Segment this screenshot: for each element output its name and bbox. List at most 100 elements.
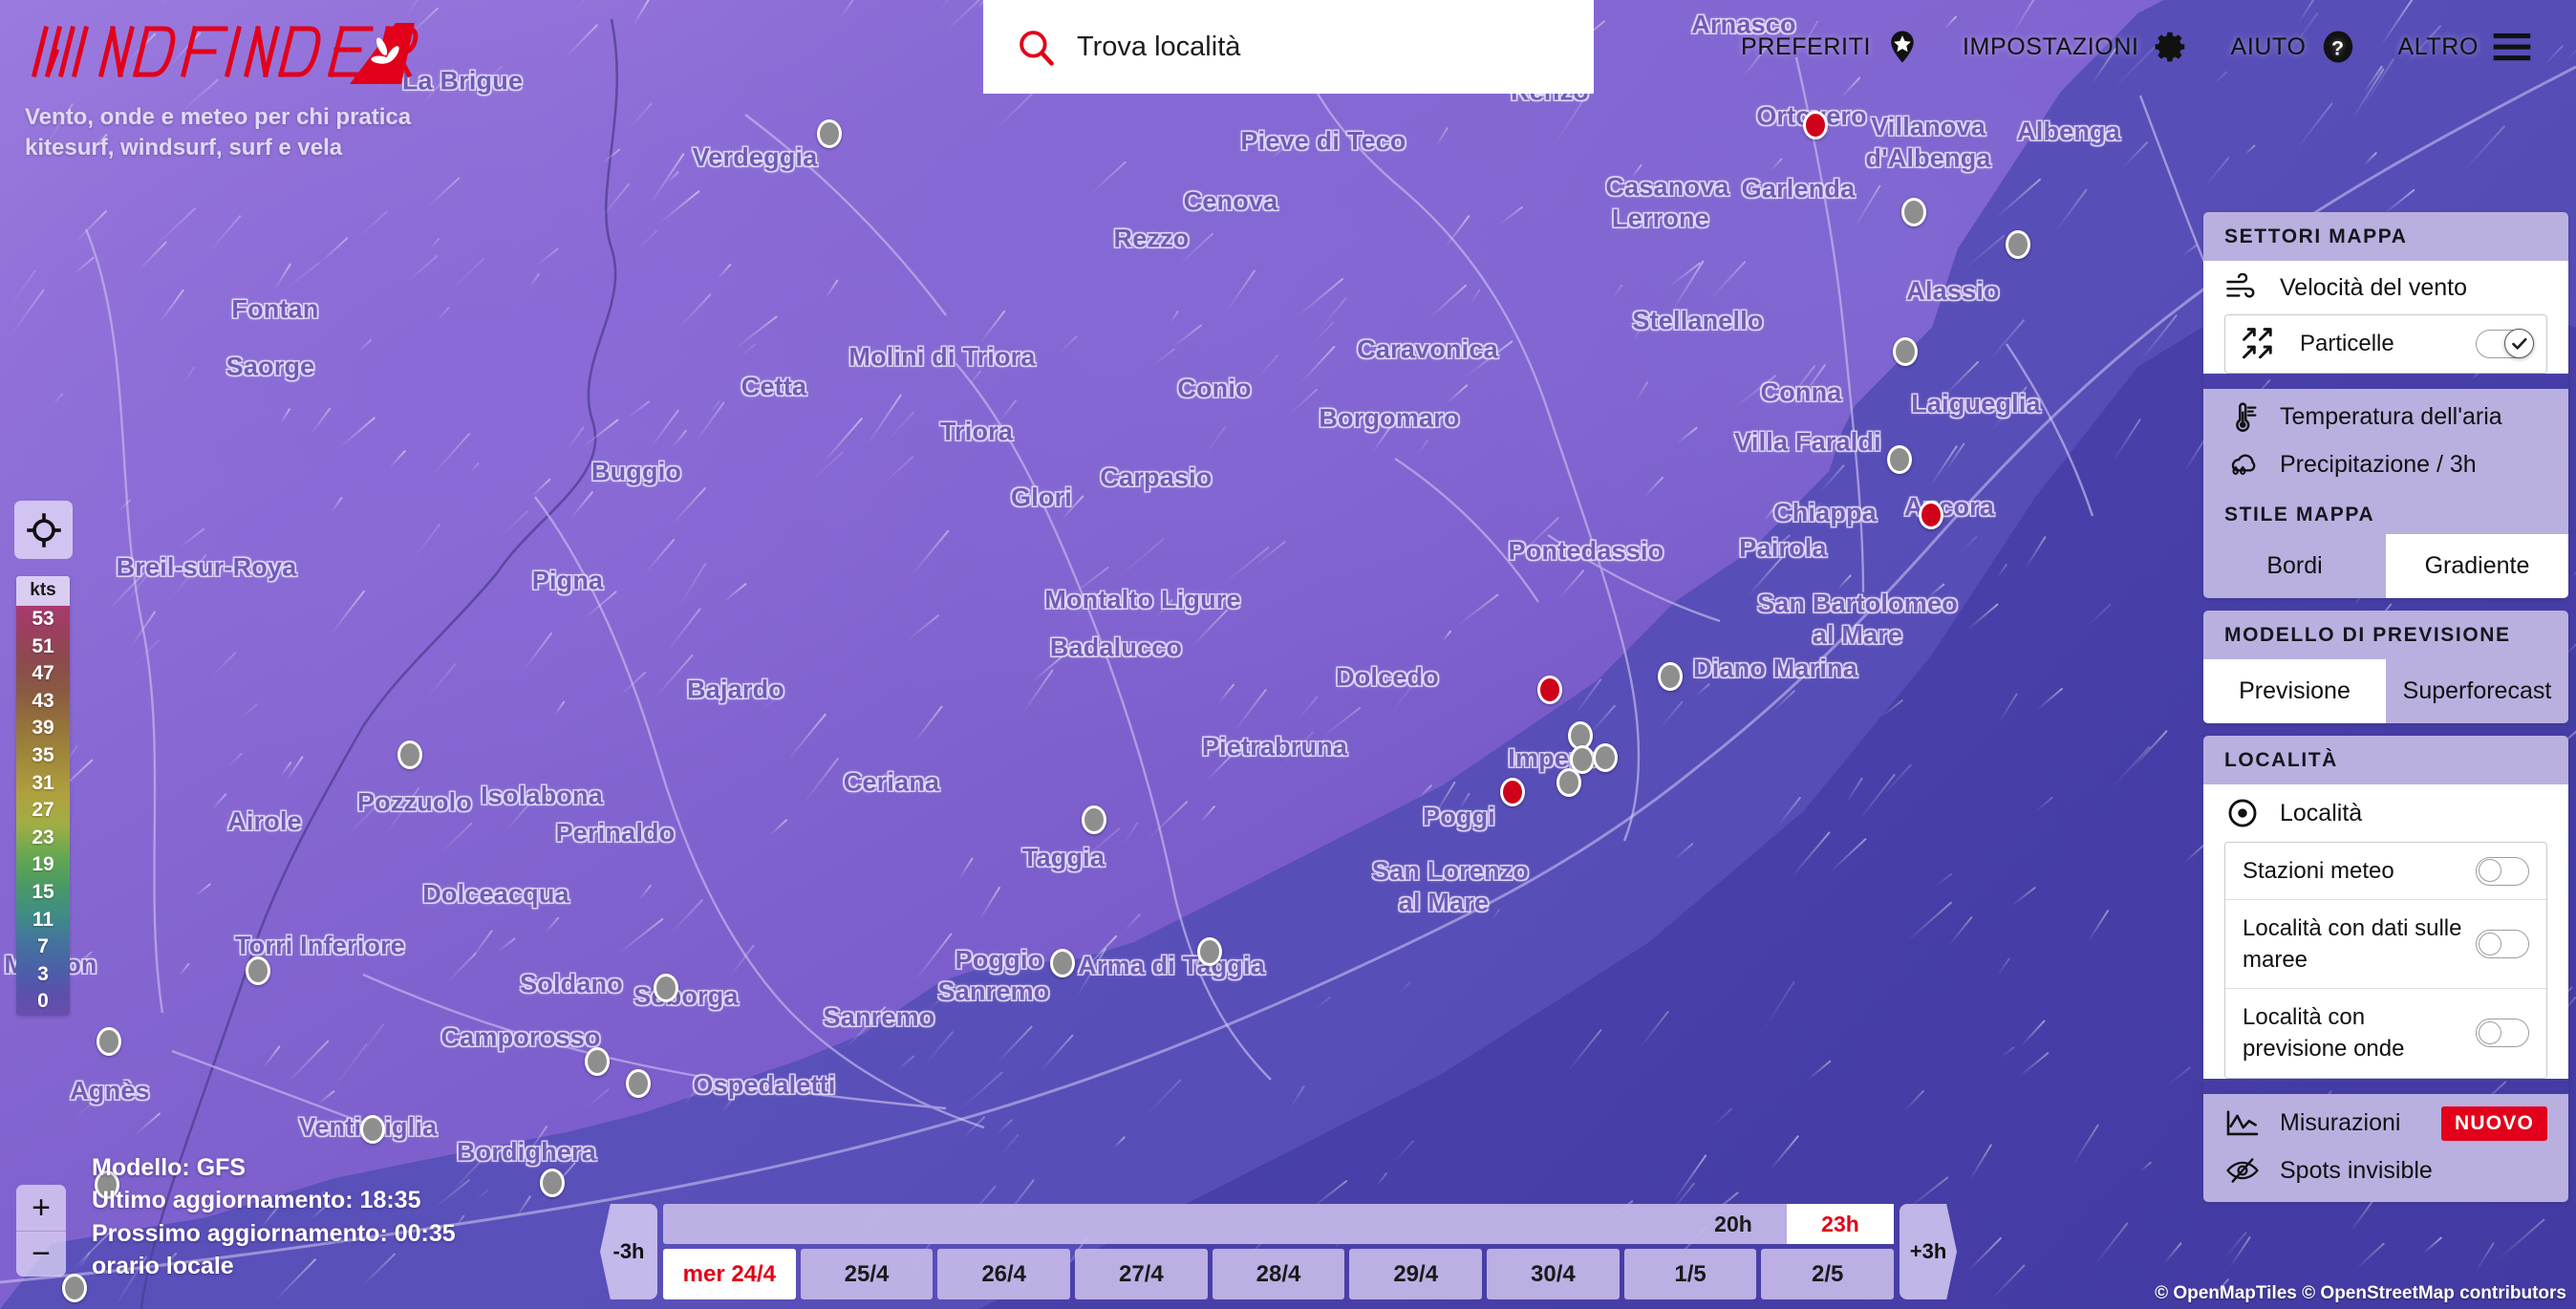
legend-tick-11: 11 [32, 908, 54, 931]
map-marker-grey-14[interactable] [397, 740, 422, 769]
map-marker-red-13[interactable] [1500, 778, 1525, 806]
wind-speed-legend: kts 53 51 47 43 39 35 31 27 23 19 15 11 7 3 0 [16, 576, 70, 1016]
timeline-next-button[interactable]: +3h [1900, 1204, 1957, 1299]
timeline-day-29-4[interactable]: 29/4 [1349, 1249, 1483, 1299]
map-marker-red-1[interactable] [1803, 111, 1828, 139]
locations-main-label: Località [2280, 799, 2363, 826]
location-toggle-row-1[interactable]: Località con dati sulle maree [2225, 899, 2546, 988]
row-measurements[interactable]: Misurazioni NUOVO [2203, 1093, 2568, 1153]
map-marker-grey-21[interactable] [585, 1047, 610, 1076]
model-name: Modello: GFS [92, 1154, 247, 1181]
map-marker-red-7[interactable] [1537, 676, 1562, 704]
nav-item-impostazioni[interactable]: IMPOSTAZIONI [1942, 0, 2210, 94]
timeline-day-mer-24-4[interactable]: mer 24/4 [663, 1249, 796, 1299]
map-marker-grey-3[interactable] [2006, 230, 2030, 259]
timeline-hour-row[interactable]: 20h 23h [663, 1204, 1894, 1244]
map-marker-grey-16[interactable] [1197, 937, 1222, 966]
timeline-day-2-5[interactable]: 2/5 [1761, 1249, 1895, 1299]
forecast-model-segmented-control[interactable]: Previsione Superforecast [2203, 659, 2568, 723]
map-marker-grey-18[interactable] [246, 956, 270, 985]
map-zoom-controls[interactable]: + − [16, 1185, 66, 1277]
map-marker-grey-19[interactable] [654, 974, 678, 1002]
map-marker-grey-12[interactable] [1556, 768, 1581, 797]
location-toggle-knob-1 [2479, 932, 2501, 955]
timeline-hour-20h[interactable]: 20h [1680, 1204, 1787, 1244]
map-canvas[interactable]: La BrigueVerdeggiaPieve di TecoRenzoOrto… [0, 0, 2576, 1309]
map-marker-grey-0[interactable] [817, 119, 842, 148]
zoom-out-button[interactable]: − [16, 1231, 66, 1277]
nav-item-preferiti[interactable]: PREFERITI [1720, 0, 1942, 94]
wind-icon [2224, 273, 2261, 302]
location-toggle-row-2[interactable]: Località con previsione onde [2225, 988, 2546, 1077]
map-style-option-bordi[interactable]: Bordi [2203, 534, 2386, 598]
timeline-day-25-4[interactable]: 25/4 [800, 1249, 934, 1299]
map-marker-grey-23[interactable] [360, 1115, 385, 1144]
top-navigation[interactable]: PREFERITI IMPOSTAZIONI AIUTO ? ALTRO [1720, 0, 2553, 94]
forecast-model-option-superforecast[interactable]: Superforecast [2386, 659, 2568, 723]
favorites-pin-icon [1884, 29, 1921, 65]
map-marker-grey-22[interactable] [626, 1069, 651, 1098]
timeline-day-row[interactable]: mer 24/4 25/4 26/4 27/4 28/4 29/4 30/4 1/5 2/5 [663, 1249, 1895, 1299]
location-toggle-switch-2[interactable] [2476, 1019, 2529, 1048]
map-style-segmented-control[interactable]: Bordi Gradiente [2203, 534, 2568, 598]
map-marker-grey-8[interactable] [1658, 662, 1683, 691]
search-bar[interactable]: Trova località [983, 0, 1594, 94]
search-input-placeholder[interactable]: Trova località [1077, 32, 1240, 63]
model-info-panel: Modello: GFS Ultimo aggiornamento: 18:35… [92, 1151, 456, 1282]
timeline-hour-23h[interactable]: 23h [1787, 1204, 1894, 1244]
layer-air-temperature[interactable]: Temperatura dell'aria [2203, 389, 2568, 444]
map-style-option-gradiente[interactable]: Gradiente [2386, 534, 2568, 598]
legend-tick-15: 15 [32, 880, 54, 903]
location-toggle-switch-0[interactable] [2476, 856, 2529, 886]
forecast-timeline[interactable]: -3h 20h 23h mer 24/4 25/4 26/4 27/4 28/4 29/4 3… [600, 1204, 1957, 1299]
map-marker-grey-15[interactable] [1082, 805, 1106, 834]
layer-wind-speed[interactable]: Velocità del vento [2203, 261, 2568, 314]
nav-label-impostazioni: IMPOSTAZIONI [1963, 32, 2139, 60]
legend-tick-0: 0 [37, 990, 49, 1013]
map-marker-grey-17[interactable] [1050, 949, 1075, 977]
map-options-sidebar[interactable]: SETTORI MAPPA Velocità del vento Partice… [2203, 212, 2568, 1202]
map-marker-grey-2[interactable] [1901, 198, 1926, 226]
timeline-day-28-4[interactable]: 28/4 [1212, 1249, 1345, 1299]
location-toggle-row-0[interactable]: Stazioni meteo [2225, 843, 2546, 899]
windfinder-logo[interactable] [25, 15, 426, 95]
map-marker-grey-11[interactable] [1593, 743, 1618, 772]
timeline-day-27-4[interactable]: 27/4 [1075, 1249, 1208, 1299]
layer-precipitation[interactable]: Precipitazione / 3h [2203, 444, 2568, 494]
map-marker-grey-26[interactable] [62, 1274, 87, 1302]
map-marker-grey-4[interactable] [1893, 337, 1918, 366]
legend-tick-31: 31 [32, 771, 54, 794]
legend-gradient-scale: 53 51 47 43 39 35 31 27 23 19 15 11 7 3 0 [16, 606, 70, 1016]
map-marker-red-6[interactable] [1919, 501, 1943, 529]
map-marker-grey-5[interactable] [1887, 445, 1912, 474]
card-forecast-model: MODELLO DI PREVISIONE Previsione Superfor… [2203, 611, 2568, 723]
measurements-new-badge: NUOVO [2440, 1105, 2547, 1141]
layer-air-temperature-label: Temperatura dell'aria [2280, 402, 2502, 430]
timeline-prev-button[interactable]: -3h [600, 1204, 657, 1299]
map-marker-grey-20[interactable] [97, 1027, 121, 1056]
particles-toggle-knob [2504, 329, 2534, 358]
particles-label: Particelle [2300, 331, 2394, 357]
timeline-day-26-4[interactable]: 26/4 [937, 1249, 1071, 1299]
timeline-day-30-4[interactable]: 30/4 [1487, 1249, 1620, 1299]
map-attribution[interactable]: © OpenMapTiles © OpenStreetMap contribut… [2155, 1283, 2566, 1304]
nav-item-altro[interactable]: ALTRO [2377, 0, 2554, 94]
map-marker-grey-24[interactable] [540, 1169, 565, 1197]
toggle-row-particles[interactable]: Particelle [2225, 315, 2546, 373]
map-style-title: STILE MAPPA [2203, 494, 2568, 534]
nav-item-aiuto[interactable]: AIUTO ? [2210, 0, 2377, 94]
map-boundary-lines [0, 0, 2576, 1309]
row-spots-invisible[interactable]: Spots invisible [2203, 1152, 2568, 1202]
legend-tick-27: 27 [32, 799, 54, 822]
locations-main-row[interactable]: Località [2203, 784, 2568, 842]
forecast-model-option-previsione[interactable]: Previsione [2203, 659, 2386, 723]
legend-tick-39: 39 [32, 717, 54, 740]
location-toggle-switch-1[interactable] [2476, 930, 2529, 959]
geolocate-button[interactable] [14, 501, 73, 559]
legend-tick-53: 53 [32, 608, 54, 630]
timeline-day-1-5[interactable]: 1/5 [1623, 1249, 1757, 1299]
zoom-in-button[interactable]: + [16, 1185, 66, 1231]
location-toggle-group[interactable]: Stazioni meteo Località con dati sulle ma… [2224, 842, 2547, 1079]
crosshair-icon [26, 512, 61, 547]
particles-toggle[interactable] [2476, 329, 2534, 358]
